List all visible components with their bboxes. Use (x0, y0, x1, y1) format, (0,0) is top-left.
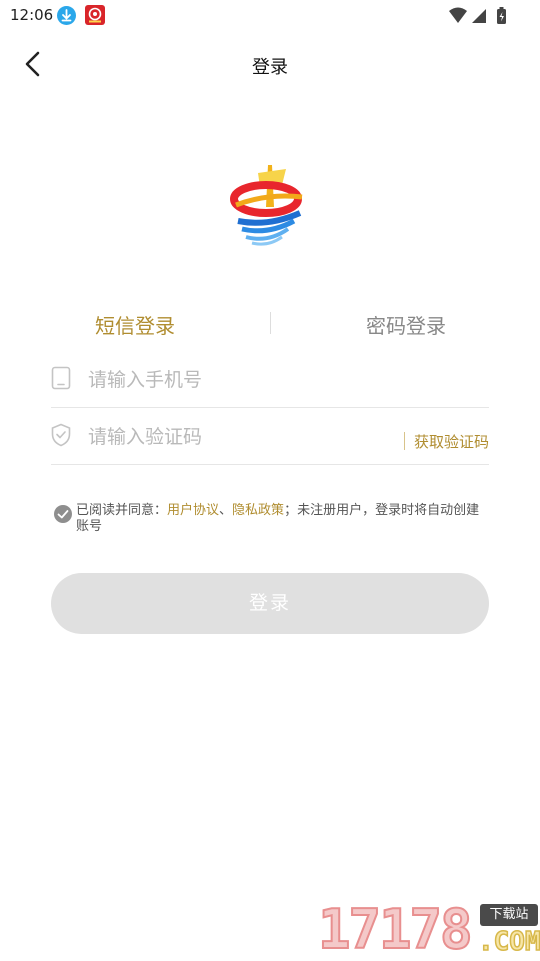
watermark-domain: .COM (477, 926, 540, 958)
tab-divider (270, 312, 271, 334)
get-code-button[interactable]: 获取验证码 (414, 431, 489, 452)
privacy-policy-link[interactable]: 隐私政策 (232, 503, 284, 518)
app-notification-icon (85, 5, 105, 25)
verification-code-field: 获取验证码 (51, 409, 489, 465)
agree-checkbox[interactable] (54, 505, 72, 523)
signal-icon (472, 9, 486, 23)
system-status-icons (448, 6, 510, 30)
tab-password-login[interactable]: 密码登录 (366, 310, 446, 339)
code-divider (404, 432, 405, 450)
agreement: 已阅读并同意：用户协议、隐私政策；未注册用户，登录时将自动创建账号 (54, 503, 490, 535)
navigation-bar: 登录 (0, 36, 540, 92)
user-agreement-link[interactable]: 用户协议 (167, 503, 219, 518)
phone-input[interactable] (86, 364, 390, 396)
battery-icon (497, 7, 506, 24)
phone-icon (51, 366, 71, 390)
phone-field (51, 352, 489, 408)
download-notification-icon (57, 6, 76, 25)
watermark-number: 17178 (317, 898, 474, 961)
agreement-separator: 、 (219, 503, 233, 518)
status-bar: 12:06 (0, 0, 540, 32)
page-title: 登录 (252, 57, 288, 78)
agreement-text: 已阅读并同意：用户协议、隐私政策；未注册用户，登录时将自动创建账号 (76, 503, 490, 535)
watermark-logo: 17178 下载站 .COM (317, 898, 540, 961)
tab-sms-login[interactable]: 短信登录 (95, 310, 175, 339)
status-time: 12:06 (10, 6, 54, 24)
shield-icon (51, 423, 71, 447)
login-button[interactable]: 登录 (51, 573, 489, 634)
verification-code-input[interactable] (86, 421, 390, 453)
login-mode-tabs: 短信登录 密码登录 (0, 300, 540, 346)
watermark-badge: 下载站 (480, 904, 538, 926)
wifi-icon (449, 7, 467, 23)
app-logo (228, 163, 310, 249)
agreement-prefix: 已阅读并同意： (76, 503, 168, 518)
check-icon (57, 510, 69, 519)
